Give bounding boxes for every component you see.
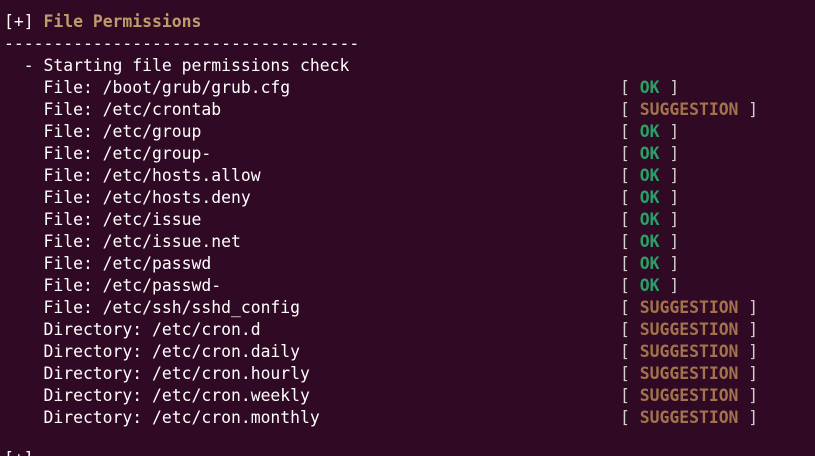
status-bracket-close: ] xyxy=(738,342,759,361)
check-row-label: File: /etc/hosts.allow xyxy=(4,166,261,185)
status-bracket-close: ] xyxy=(738,298,759,317)
status-suggestion: SUGGESTION xyxy=(639,100,739,119)
check-row-label: File: /boot/grub/grub.cfg xyxy=(4,78,291,97)
status-ok: OK xyxy=(639,210,660,229)
section-header: [+] File Permissions xyxy=(4,11,201,33)
terminal-window[interactable]: [+] File Permissions -------------------… xyxy=(0,0,815,456)
check-row-label: File: /etc/crontab xyxy=(4,100,222,119)
check-status: [ OK ] xyxy=(620,143,679,165)
status-bracket-open: [ xyxy=(620,78,640,97)
status-bracket-close: ] xyxy=(659,78,680,97)
status-bracket-open: [ xyxy=(620,122,640,141)
status-bracket-open: [ xyxy=(620,408,640,427)
status-bracket-open: [ xyxy=(620,144,640,163)
status-suggestion: SUGGESTION xyxy=(639,408,739,427)
status-suggestion: SUGGESTION xyxy=(639,342,739,361)
check-row-label: File: /etc/hosts.deny xyxy=(4,188,251,207)
check-row-label: File: /etc/issue.net xyxy=(4,232,241,251)
status-bracket-close: ] xyxy=(659,254,680,273)
check-row-label: File: /etc/passwd- xyxy=(4,276,222,295)
check-status: [ SUGGESTION ] xyxy=(620,319,758,341)
check-row-label: File: /etc/group xyxy=(4,122,202,141)
status-bracket-close: ] xyxy=(659,276,680,295)
status-bracket-close: ] xyxy=(659,166,680,185)
section-title: File Permissions xyxy=(43,12,202,31)
check-status: [ OK ] xyxy=(620,77,679,99)
status-ok: OK xyxy=(639,254,660,273)
check-row-label: Directory: /etc/cron.d xyxy=(4,320,261,339)
check-status: [ OK ] xyxy=(620,253,679,275)
check-row-label: Directory: /etc/cron.weekly xyxy=(4,386,310,405)
check-status: [ OK ] xyxy=(620,165,679,187)
status-ok: OK xyxy=(639,166,660,185)
check-status: [ OK ] xyxy=(620,275,679,297)
check-status: [ SUGGESTION ] xyxy=(620,341,758,363)
section-separator: ------------------------------------ xyxy=(4,34,360,53)
check-row-label: File: /etc/issue xyxy=(4,210,202,229)
status-bracket-close: ] xyxy=(659,144,680,163)
status-suggestion: SUGGESTION xyxy=(639,364,739,383)
check-status: [ SUGGESTION ] xyxy=(620,363,758,385)
status-bracket-open: [ xyxy=(620,188,640,207)
status-bracket-close: ] xyxy=(738,320,759,339)
check-status: [ SUGGESTION ] xyxy=(620,407,758,429)
status-bracket-open: [ xyxy=(620,232,640,251)
status-ok: OK xyxy=(639,78,660,97)
status-ok: OK xyxy=(639,232,660,251)
check-row-label: Directory: /etc/cron.hourly xyxy=(4,364,310,383)
status-ok: OK xyxy=(639,276,660,295)
section-prefix: [+] xyxy=(4,12,34,31)
status-bracket-open: [ xyxy=(620,320,640,339)
status-bracket-open: [ xyxy=(620,342,640,361)
check-status: [ SUGGESTION ] xyxy=(620,297,758,319)
status-bracket-close: ] xyxy=(738,386,759,405)
status-suggestion: SUGGESTION xyxy=(639,320,739,339)
check-row-label: Directory: /etc/cron.daily xyxy=(4,342,301,361)
status-bracket-open: [ xyxy=(620,276,640,295)
check-row-label: Directory: /etc/cron.monthly xyxy=(4,408,320,427)
status-bracket-close: ] xyxy=(659,188,680,207)
check-status: [ SUGGESTION ] xyxy=(620,99,758,121)
next-section-partial: [+] xyxy=(4,448,34,456)
check-row-label: File: /etc/ssh/sshd_config xyxy=(4,298,301,317)
status-bracket-open: [ xyxy=(620,364,640,383)
status-bracket-close: ] xyxy=(738,408,759,427)
status-bracket-open: [ xyxy=(620,166,640,185)
status-ok: OK xyxy=(639,144,660,163)
status-bracket-open: [ xyxy=(620,298,640,317)
status-bracket-open: [ xyxy=(620,100,640,119)
check-row-label: File: /etc/passwd xyxy=(4,254,212,273)
status-bracket-close: ] xyxy=(659,210,680,229)
check-status: [ SUGGESTION ] xyxy=(620,385,758,407)
status-bracket-close: ] xyxy=(738,100,759,119)
status-suggestion: SUGGESTION xyxy=(639,298,739,317)
status-bracket-close: ] xyxy=(738,364,759,383)
check-status: [ OK ] xyxy=(620,231,679,253)
check-row-label: File: /etc/group- xyxy=(4,144,212,163)
status-bracket-close: ] xyxy=(659,122,680,141)
intro-line: - Starting file permissions check xyxy=(4,56,350,75)
check-status: [ OK ] xyxy=(620,209,679,231)
check-status: [ OK ] xyxy=(620,121,679,143)
check-status: [ OK ] xyxy=(620,187,679,209)
status-bracket-open: [ xyxy=(620,254,640,273)
status-ok: OK xyxy=(639,188,660,207)
status-ok: OK xyxy=(639,122,660,141)
status-suggestion: SUGGESTION xyxy=(639,386,739,405)
status-bracket-open: [ xyxy=(620,210,640,229)
status-bracket-open: [ xyxy=(620,386,640,405)
status-bracket-close: ] xyxy=(659,232,680,251)
